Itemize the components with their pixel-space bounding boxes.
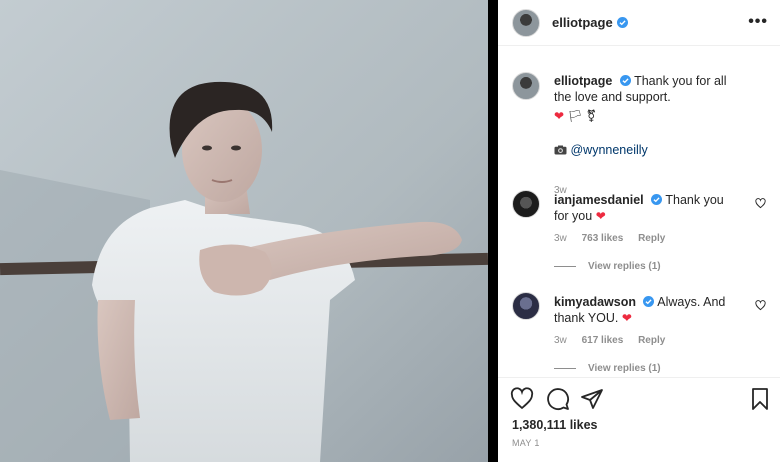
comment-meta: 3w 617 likes Reply: [554, 335, 677, 346]
comment-row: kimyadawson Always. And thank YOU. ❤ 3w …: [512, 292, 766, 375]
heart-icon[interactable]: [510, 387, 534, 411]
caption-author-avatar[interactable]: [512, 72, 540, 100]
comment-likes[interactable]: 763 likes: [582, 233, 624, 244]
view-replies-button[interactable]: View replies (1): [554, 261, 661, 272]
post-date: MAY 1: [512, 438, 540, 448]
heart-emoji: ❤: [595, 209, 606, 223]
author-username[interactable]: elliotpage: [552, 15, 613, 30]
post-header: elliotpage •••: [498, 0, 780, 46]
comment-body: kimyadawson Always. And thank YOU. ❤: [554, 294, 740, 326]
action-icons: [510, 387, 768, 411]
credit-mention-link[interactable]: @wynneneilly: [570, 143, 647, 157]
author-avatar[interactable]: [512, 8, 540, 37]
caption-emoji-line: ❤ 🏳 ⚧: [554, 108, 740, 124]
comments-list[interactable]: elliotpage Thank you for all the love an…: [498, 47, 780, 375]
view-replies-button[interactable]: View replies (1): [554, 363, 661, 374]
pane-divider: [488, 0, 498, 462]
comment-likes[interactable]: 617 likes: [582, 335, 624, 346]
post-likes-count[interactable]: 1,380,111 likes: [512, 418, 598, 432]
comment-like-heart-icon[interactable]: [755, 198, 766, 209]
photo-illustration: [0, 0, 488, 462]
trans-symbol-emoji: ⚧: [586, 109, 597, 123]
comment-row: ianjamesdaniel Thank you for you ❤ 3w 76…: [512, 190, 766, 280]
caption-row: elliotpage Thank you for all the love an…: [512, 72, 766, 202]
comment-icon[interactable]: [546, 387, 570, 411]
comment-like-heart-icon[interactable]: [755, 300, 766, 311]
camera-icon: [554, 145, 567, 155]
more-options-button[interactable]: •••: [748, 13, 768, 31]
caption-author-username[interactable]: elliotpage: [554, 74, 612, 88]
comment-age: 3w: [554, 233, 567, 244]
verified-badge-icon: [643, 296, 655, 307]
reply-button[interactable]: Reply: [638, 233, 665, 244]
heart-emoji: ❤: [621, 311, 632, 325]
flag-emoji: 🏳: [567, 109, 583, 123]
post-panel: elliotpage ••• elliotpage Thank you for …: [498, 0, 780, 462]
photo-credit: @wynneneilly: [554, 142, 740, 158]
commenter-username[interactable]: kimyadawson: [554, 295, 636, 309]
reply-button[interactable]: Reply: [638, 335, 665, 346]
commenter-avatar[interactable]: [512, 190, 540, 218]
comment-body: ianjamesdaniel Thank you for you ❤: [554, 192, 740, 224]
post-photo[interactable]: [0, 0, 488, 462]
share-icon[interactable]: [580, 387, 604, 411]
post-actions: 1,380,111 likes MAY 1: [498, 377, 780, 462]
verified-badge-icon: [619, 75, 631, 86]
comment-age: 3w: [554, 335, 567, 346]
verified-badge-icon: [651, 194, 663, 205]
commenter-username[interactable]: ianjamesdaniel: [554, 193, 644, 207]
verified-badge-icon: [616, 17, 628, 28]
bookmark-icon[interactable]: [748, 387, 772, 411]
caption-body: elliotpage Thank you for all the love an…: [554, 73, 740, 158]
heart-emoji: ❤: [554, 109, 565, 123]
comment-meta: 3w 763 likes Reply: [554, 233, 677, 244]
commenter-avatar[interactable]: [512, 292, 540, 320]
